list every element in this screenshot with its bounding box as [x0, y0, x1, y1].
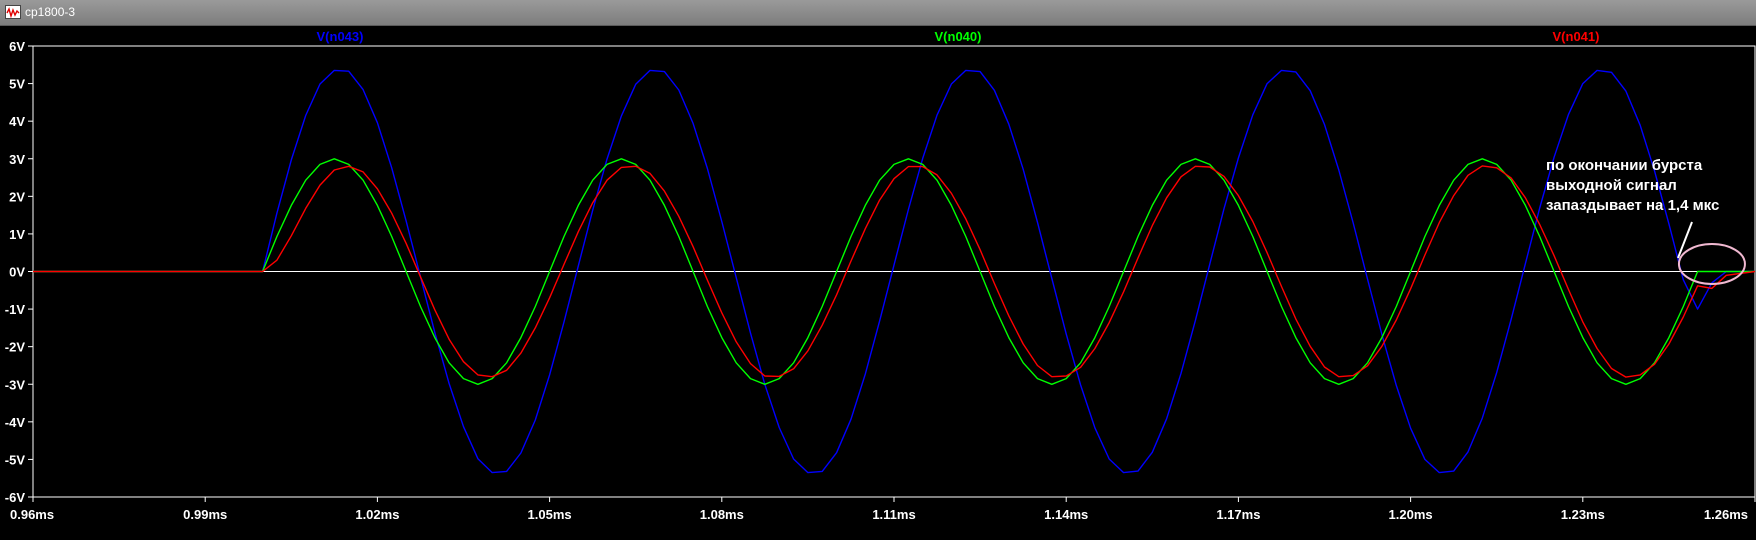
- waveform-app-icon: [5, 5, 21, 19]
- legend-entry-vn043: V(n043): [317, 29, 364, 44]
- y-tick-label: -5V: [5, 452, 26, 467]
- y-tick-label: 0V: [9, 265, 25, 280]
- x-tick-label: 1.05ms: [528, 507, 572, 522]
- y-tick-label: -2V: [5, 340, 26, 355]
- legend-entry-vn040: V(n040): [935, 29, 982, 44]
- y-tick-label: 4V: [9, 114, 25, 129]
- annotation-line-1: по окончании бурста: [1546, 157, 1703, 174]
- window-title: cp1800-3: [25, 5, 76, 19]
- x-tick-label: 0.99ms: [183, 507, 227, 522]
- x-tick-label: 1.17ms: [1216, 507, 1260, 522]
- x-tick-label: 1.23ms: [1561, 507, 1605, 522]
- y-tick-label: 3V: [9, 152, 25, 167]
- x-tick-label: 1.08ms: [700, 507, 744, 522]
- plot-background: [0, 26, 1756, 540]
- y-tick-label: -4V: [5, 415, 26, 430]
- x-tick-label: 1.11ms: [872, 507, 915, 522]
- x-tick-label: 1.14ms: [1044, 507, 1088, 522]
- y-tick-label: 5V: [9, 77, 25, 92]
- x-tick-label: 1.20ms: [1389, 507, 1433, 522]
- legend-entry-vn041: V(n041): [1553, 29, 1600, 44]
- window-titlebar: cp1800-3: [0, 0, 1756, 26]
- y-tick-label: -1V: [5, 302, 26, 317]
- y-tick-label: 1V: [9, 227, 25, 242]
- x-tick-label: 0.96ms: [10, 507, 54, 522]
- x-tick-label: 1.26ms: [1704, 507, 1748, 522]
- waveform-plot[interactable]: 6V 5V 4V 3V 2V 1V 0V -1V -2V -3V -4V -5V -6V 0.96ms 0…: [0, 26, 1756, 540]
- x-tick-label: 1.02ms: [355, 507, 399, 522]
- y-tick-label: -6V: [5, 490, 26, 505]
- annotation-line-3: запаздывает на 1,4 мкс: [1546, 197, 1719, 214]
- y-tick-label: -3V: [5, 377, 26, 392]
- y-tick-label: 6V: [9, 39, 25, 54]
- y-tick-label: 2V: [9, 189, 25, 204]
- annotation-line-2: выходной сигнал: [1546, 177, 1677, 194]
